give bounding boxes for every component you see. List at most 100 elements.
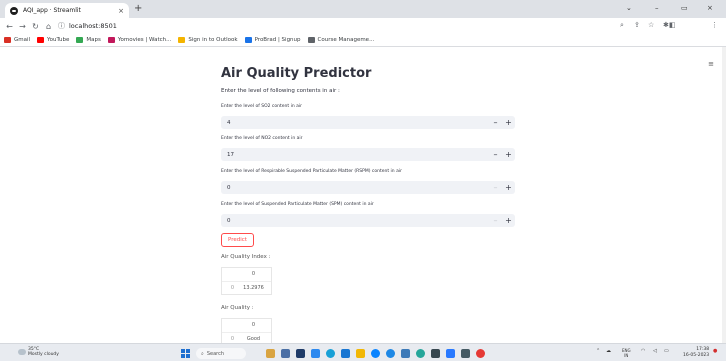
- app-icon[interactable]: [296, 349, 305, 358]
- site-info-icon[interactable]: ⓘ: [58, 21, 65, 31]
- widgets-icon[interactable]: [266, 349, 275, 358]
- url-text: localhost:8501: [69, 22, 117, 30]
- reload-icon[interactable]: ↻: [29, 22, 42, 31]
- taskbar-search[interactable]: ⌕ Search: [196, 348, 246, 359]
- bookmark-favicon-icon: [244, 37, 252, 43]
- app-icon[interactable]: [401, 349, 410, 358]
- tab-title: AQI_app · Streamlit: [23, 7, 81, 14]
- bookmark-label: ProBrad | Signup: [254, 37, 301, 43]
- wifi-icon[interactable]: ◠: [641, 348, 645, 354]
- hamburger-menu-icon[interactable]: ≡: [708, 60, 714, 68]
- rspm-value[interactable]: 0: [221, 185, 489, 191]
- bookmark-favicon-icon: [107, 37, 115, 43]
- cloud-sync-icon[interactable]: ☁: [606, 348, 611, 354]
- home-icon[interactable]: ⌂: [42, 22, 55, 31]
- vscode-icon[interactable]: [446, 349, 455, 358]
- so2-label: Enter the level of SO2 content in air: [221, 104, 302, 109]
- page-subtitle: Enter the level of following contents in…: [221, 88, 340, 94]
- bookmark-item[interactable]: ProBrad | Signup: [244, 37, 301, 43]
- bookmark-item[interactable]: Sign in to Outlook: [178, 37, 238, 43]
- rspm-label: Enter the level of Respirable Suspended …: [221, 169, 402, 174]
- edge-icon[interactable]: [371, 349, 380, 358]
- bookmark-favicon-icon: [4, 37, 11, 43]
- spm-number-input[interactable]: 0 – +: [221, 214, 515, 227]
- weather-widget[interactable]: 35°C Mostly cloudy: [28, 347, 59, 357]
- bookmarks-bar: Gmail YouTube Maps Yomovies | Watch... Sign …: [0, 34, 726, 47]
- so2-decrement-button[interactable]: –: [489, 116, 502, 129]
- so2-number-input[interactable]: 4 – +: [221, 116, 515, 129]
- streamlit-main: ≡ Air Quality Predictor Enter the level …: [0, 47, 726, 346]
- bookmark-item[interactable]: Maps: [76, 37, 101, 43]
- search-placeholder: Search: [206, 350, 224, 357]
- browser-menu-icon[interactable]: ⋮: [711, 21, 718, 29]
- page-scrollbar[interactable]: [722, 47, 726, 343]
- extensions-icon[interactable]: ✱: [663, 21, 669, 29]
- so2-value[interactable]: 4: [221, 120, 489, 126]
- volume-icon[interactable]: ◁: [653, 348, 657, 354]
- spm-increment-button[interactable]: +: [502, 214, 515, 227]
- tab-search-icon[interactable]: ⌄: [626, 4, 632, 12]
- no2-value[interactable]: 17: [221, 152, 489, 158]
- zoom-search-icon[interactable]: ⌕: [620, 21, 624, 30]
- aqi-dataframe[interactable]: 0 0 13.2976: [221, 267, 272, 295]
- share-icon[interactable]: ⇪: [634, 21, 640, 29]
- bookmark-label: Yomovies | Watch...: [117, 37, 172, 43]
- address-bar[interactable]: ⓘ localhost:8501: [58, 20, 638, 32]
- bookmark-favicon-icon: [76, 37, 84, 43]
- tray-chevron-icon[interactable]: ⌃: [596, 348, 600, 354]
- no2-increment-button[interactable]: +: [502, 148, 515, 161]
- aqi-value-cell[interactable]: 13.2976: [236, 282, 271, 294]
- bookmark-star-icon[interactable]: ☆: [648, 21, 654, 29]
- notification-icon[interactable]: ●: [713, 348, 717, 354]
- app-icon[interactable]: [461, 349, 470, 358]
- chrome-icon[interactable]: [476, 349, 485, 358]
- windows-taskbar: 35°C Mostly cloudy ⌕ Search ⌃ ☁ ENG IN ◠…: [0, 343, 726, 361]
- bookmark-item[interactable]: Yomovies | Watch...: [107, 37, 172, 43]
- streamlit-favicon-icon: [10, 6, 18, 15]
- app-icon[interactable]: [311, 349, 320, 358]
- maximize-button[interactable]: ▭: [681, 4, 688, 12]
- back-icon[interactable]: ←: [3, 22, 16, 31]
- predict-button[interactable]: Predict: [221, 233, 254, 247]
- taskbar-clock[interactable]: 17:38 16-05-2023: [683, 347, 709, 359]
- bookmark-item[interactable]: Gmail: [4, 37, 30, 43]
- language-indicator[interactable]: ENG IN: [622, 348, 631, 358]
- app-icon[interactable]: [341, 349, 350, 358]
- new-tab-button[interactable]: +: [134, 3, 142, 15]
- bookmark-favicon-icon: [178, 37, 186, 43]
- spm-value[interactable]: 0: [221, 218, 489, 224]
- so2-increment-button[interactable]: +: [502, 116, 515, 129]
- search-icon: ⌕: [201, 350, 204, 357]
- rspm-number-input[interactable]: 0 – +: [221, 181, 515, 194]
- spm-label: Enter the level of Suspended Particulate…: [221, 202, 374, 207]
- browser-tab[interactable]: AQI_app · Streamlit ×: [5, 3, 129, 18]
- close-window-button[interactable]: ×: [707, 4, 713, 12]
- file-explorer-icon[interactable]: [356, 349, 365, 358]
- tab-close-icon[interactable]: ×: [118, 7, 124, 15]
- app-icon[interactable]: [431, 349, 440, 358]
- spm-decrement-button[interactable]: –: [489, 214, 502, 227]
- quality-dataframe[interactable]: 0 0 Good: [221, 318, 272, 346]
- bookmark-item[interactable]: Course Manageme...: [307, 37, 374, 43]
- windows-start-icon[interactable]: [181, 349, 190, 358]
- weather-desc: Mostly cloudy: [28, 352, 59, 357]
- rspm-increment-button[interactable]: +: [502, 181, 515, 194]
- side-panel-icon[interactable]: ◧: [669, 21, 676, 29]
- battery-icon[interactable]: ▭: [664, 348, 669, 354]
- minimize-button[interactable]: –: [655, 4, 659, 12]
- row-index: 0: [230, 285, 234, 291]
- no2-decrement-button[interactable]: –: [489, 148, 502, 161]
- cloud-icon: [18, 349, 26, 355]
- bookmark-label: YouTube: [47, 37, 70, 43]
- table-row: 0 13.2976: [222, 281, 271, 294]
- rspm-decrement-button[interactable]: –: [489, 181, 502, 194]
- bookmark-item[interactable]: YouTube: [37, 37, 69, 43]
- column-header: 0: [251, 271, 256, 277]
- app-icon[interactable]: [386, 349, 395, 358]
- browser-toolbar: ← → ↻ ⌂ ⓘ localhost:8501 ⌕ ⇪ ☆ ✱ ◧ S ⋮: [0, 18, 726, 47]
- task-view-icon[interactable]: [281, 349, 290, 358]
- app-icon[interactable]: [416, 349, 425, 358]
- forward-icon[interactable]: →: [16, 22, 29, 31]
- app-icon[interactable]: [326, 349, 335, 358]
- no2-number-input[interactable]: 17 – +: [221, 148, 515, 161]
